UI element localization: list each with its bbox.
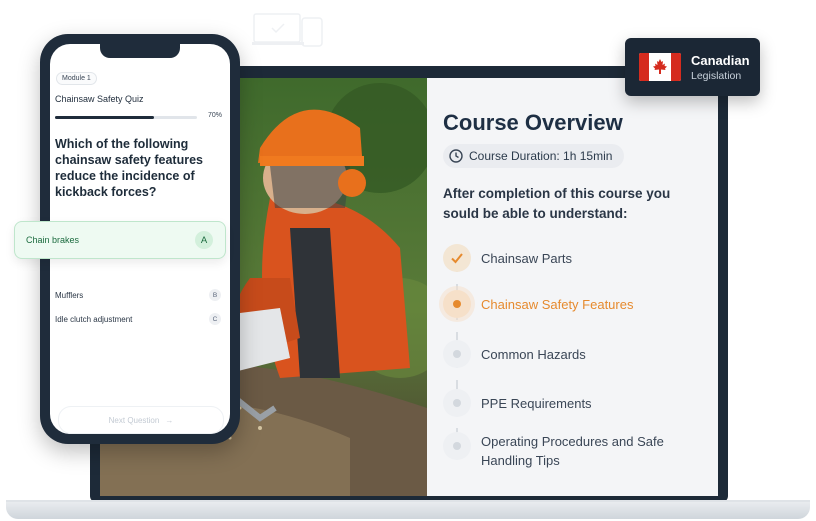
- course-overview-panel: Course Overview Course Duration: 1h 15mi…: [427, 78, 718, 496]
- quiz-progress-fill: [55, 116, 155, 119]
- devices-icon: [252, 13, 323, 47]
- topic-label: Common Hazards: [481, 346, 586, 362]
- active-step-dot-icon: [443, 290, 471, 318]
- answer-option-a-selected[interactable]: Chain brakes A: [14, 221, 226, 259]
- course-duration-pill: Course Duration: 1h 15min: [443, 144, 625, 168]
- badge-subtitle: Legislation: [691, 70, 742, 82]
- canadian-legislation-badge: Canadian Legislation: [625, 38, 760, 96]
- topic-item-chainsaw-parts[interactable]: Chainsaw Parts: [443, 238, 713, 278]
- topic-label: Operating Procedures and Safe Handling T…: [481, 434, 664, 468]
- topic-item-chainsaw-safety-features[interactable]: Chainsaw Safety Features: [443, 284, 713, 324]
- step-dot-icon: [443, 340, 471, 368]
- topic-item-ppe-requirements[interactable]: PPE Requirements: [443, 383, 713, 423]
- option-key: A: [195, 231, 213, 249]
- laptop-base: [6, 502, 810, 519]
- check-icon: [443, 244, 471, 272]
- option-label: Mufflers: [55, 290, 84, 300]
- answer-option-b[interactable]: Mufflers B: [55, 286, 221, 304]
- topic-label: Chainsaw Parts: [481, 250, 573, 266]
- quiz-title: Chainsaw Safety Quiz: [55, 94, 144, 104]
- next-question-button[interactable]: Next Question →: [58, 406, 224, 434]
- option-key: B: [209, 289, 221, 301]
- option-key: C: [209, 313, 221, 325]
- clock-icon: [449, 149, 463, 163]
- module-tag: Module 1: [56, 72, 97, 85]
- quiz-question: Which of the following chainsaw safety f…: [55, 137, 203, 199]
- quiz-progress-bar: [55, 116, 197, 119]
- phone-notch: [100, 44, 180, 58]
- topic-label: PPE Requirements: [481, 395, 592, 411]
- course-title: Course Overview: [443, 110, 623, 135]
- step-dot-icon: [443, 432, 471, 460]
- option-label: Chain brakes: [26, 235, 80, 245]
- canada-flag-icon: [639, 53, 681, 81]
- answer-option-c[interactable]: Idle clutch adjustment C: [55, 310, 221, 328]
- topic-item-common-hazards[interactable]: Common Hazards: [443, 334, 713, 374]
- topic-item-operating-procedures[interactable]: Operating Procedures and Safe Handling T…: [443, 432, 713, 476]
- topic-label: Chainsaw Safety Features: [481, 296, 634, 312]
- next-question-label: Next Question: [108, 415, 160, 425]
- course-duration-text: Course Duration: 1h 15min: [469, 149, 613, 163]
- step-dot-icon: [443, 389, 471, 417]
- learning-outcomes-intro: After completion of this course you soul…: [443, 186, 671, 221]
- badge-title: Canadian: [691, 53, 750, 68]
- arrow-right-icon: →: [165, 415, 174, 425]
- option-label: Idle clutch adjustment: [55, 314, 133, 324]
- quiz-progress-label: 70%: [208, 112, 223, 119]
